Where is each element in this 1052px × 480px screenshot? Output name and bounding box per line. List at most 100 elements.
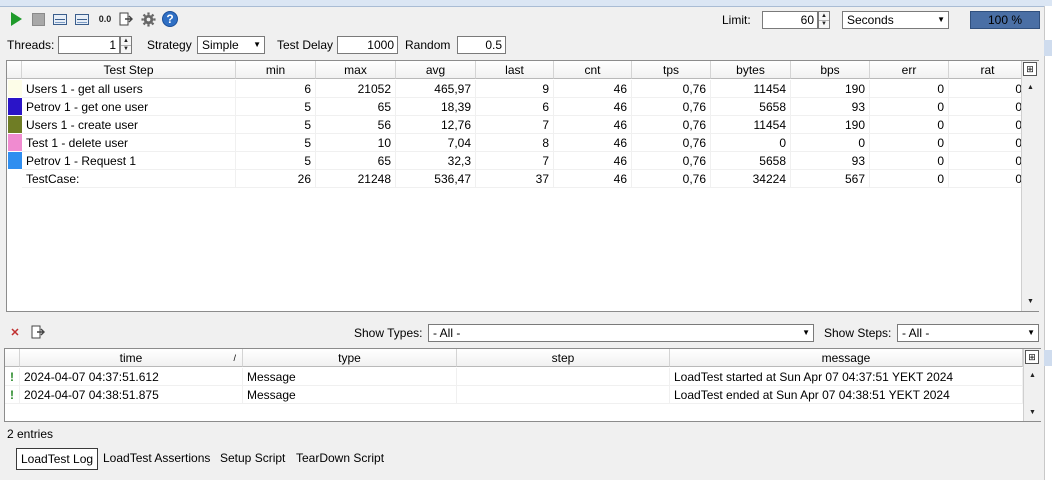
stat-cell: 0 — [791, 134, 870, 152]
tab-loadtest-log[interactable]: LoadTest Log — [16, 448, 99, 470]
help-icon[interactable]: ? — [162, 11, 178, 27]
stats-col-header[interactable]: min — [236, 61, 316, 79]
log-col-header-label: message — [821, 351, 871, 365]
stats-col-header[interactable]: avg — [396, 61, 476, 79]
stats-col-header[interactable]: rat — [949, 61, 1027, 79]
limit-input[interactable]: 60 — [762, 11, 818, 29]
stat-cell: 37 — [476, 170, 554, 188]
stats-col-header[interactable]: max — [316, 61, 396, 79]
stats-col-header[interactable]: bps — [791, 61, 870, 79]
stats-col-header[interactable]: last — [476, 61, 554, 79]
stat-cell: 5 — [236, 152, 316, 170]
stat-cell: 7 — [476, 116, 554, 134]
log-cell — [457, 368, 670, 386]
options-icon[interactable] — [140, 11, 156, 27]
stat-cell: 0 — [949, 170, 1027, 188]
limit-label: Limit: — [722, 13, 751, 27]
column-chooser-icon[interactable]: ⊞ — [1023, 62, 1037, 76]
statistics-history-icon[interactable] — [74, 11, 90, 27]
stat-cell: 190 — [791, 116, 870, 134]
export-log-icon[interactable] — [30, 324, 46, 340]
log-scroll-up-icon[interactable]: ▲ — [1024, 367, 1041, 383]
random-input[interactable]: 0.5 — [457, 36, 506, 54]
show-types-select[interactable]: - All - ▼ — [428, 324, 814, 342]
stats-col-header[interactable]: cnt — [554, 61, 632, 79]
log-cell: 2024-04-07 04:38:51.875 — [20, 386, 243, 404]
stat-cell: 0,76 — [632, 116, 711, 134]
threads-spinner[interactable]: ▲ ▼ — [120, 36, 132, 54]
stat-cell: 0,76 — [632, 80, 711, 98]
reset-icon[interactable]: 0.0 — [95, 11, 115, 27]
stat-cell: 10 — [316, 134, 396, 152]
limit-type-select[interactable]: Seconds ▼ — [842, 11, 949, 29]
strategy-select[interactable]: Simple ▼ — [197, 36, 265, 54]
stats-col-header[interactable]: tps — [632, 61, 711, 79]
right-panel-edge — [1044, 6, 1052, 480]
show-steps-select[interactable]: - All - ▼ — [897, 324, 1039, 342]
right-panel-marker — [1044, 350, 1052, 366]
log-scroll-down-icon[interactable]: ▼ — [1024, 404, 1041, 420]
step-color-swatch — [8, 98, 22, 115]
statistics-table: Test Step min max avg last cnt tps bytes bps err r… — [6, 60, 1039, 312]
log-column-chooser-icon[interactable]: ⊞ — [1025, 350, 1039, 364]
show-steps-label: Show Steps: — [824, 326, 892, 340]
stat-cell: 46 — [554, 98, 632, 116]
stat-cell: 6 — [236, 80, 316, 98]
stat-cell: 46 — [554, 152, 632, 170]
tab-loadtest-assertions[interactable]: LoadTest Assertions — [99, 448, 214, 470]
stat-cell: 8 — [476, 134, 554, 152]
stats-col-header[interactable]: Test Step — [22, 61, 236, 79]
stat-cell: 21052 — [316, 80, 396, 98]
stat-cell: 5658 — [711, 98, 791, 116]
stat-cell: 21248 — [316, 170, 396, 188]
log-scrollbar[interactable]: ⊞ ▲ ▼ — [1023, 349, 1041, 421]
show-types-label: Show Types: — [354, 326, 423, 340]
stat-cell: 0,76 — [632, 170, 711, 188]
test-step-name: Test 1 - delete user — [22, 134, 236, 152]
log-col-header[interactable]: step — [457, 349, 670, 367]
stat-cell: 32,3 — [396, 152, 476, 170]
step-color-swatch — [8, 116, 22, 133]
scroll-up-icon[interactable]: ▲ — [1022, 79, 1039, 95]
stat-cell: 46 — [554, 116, 632, 134]
export-icon[interactable] — [118, 11, 134, 27]
stat-cell: 0 — [711, 134, 791, 152]
clear-log-icon[interactable]: ✕ — [7, 324, 23, 340]
stat-cell: 465,97 — [396, 80, 476, 98]
log-cell: 2024-04-07 04:37:51.612 — [20, 368, 243, 386]
statistics-scrollbar[interactable]: ⊞ ▲ ▼ — [1021, 61, 1039, 311]
statistics-graph-icon[interactable] — [52, 11, 68, 27]
stat-cell: 18,39 — [396, 98, 476, 116]
stat-cell: 0 — [949, 80, 1027, 98]
log-cell: LoadTest ended at Sun Apr 07 04:38:51 YE… — [670, 386, 1023, 404]
sort-indicator-icon: / — [233, 353, 236, 363]
stat-cell: 9 — [476, 80, 554, 98]
step-color-swatch — [8, 80, 22, 97]
right-panel-marker — [1044, 40, 1052, 56]
cancel-icon[interactable] — [30, 11, 46, 27]
stat-cell: 5 — [236, 134, 316, 152]
test-delay-input[interactable]: 1000 — [337, 36, 398, 54]
progress-label: 100 % — [987, 13, 1023, 27]
stats-col-header[interactable]: err — [870, 61, 949, 79]
strategy-label: Strategy — [147, 38, 192, 52]
random-label: Random — [405, 38, 451, 52]
stat-cell: 12,76 — [396, 116, 476, 134]
threads-input[interactable]: 1 — [58, 36, 120, 54]
log-col-header-label: type — [338, 351, 361, 365]
tab-setup-script[interactable]: Setup Script — [216, 448, 289, 470]
stat-cell: 0 — [870, 98, 949, 116]
stat-cell: 536,47 — [396, 170, 476, 188]
tab-teardown-script[interactable]: TearDown Script — [292, 448, 388, 470]
scroll-down-icon[interactable]: ▼ — [1022, 293, 1039, 309]
log-col-header-label: step — [551, 351, 575, 365]
window-top-strip — [0, 0, 1052, 7]
log-col-header[interactable]: type — [243, 349, 457, 367]
stat-cell: 5658 — [711, 152, 791, 170]
stat-cell: 0 — [949, 98, 1027, 116]
log-col-header[interactable]: time / — [20, 349, 243, 367]
stats-col-header[interactable]: bytes — [711, 61, 791, 79]
run-icon[interactable] — [8, 11, 24, 27]
log-col-header[interactable]: message — [670, 349, 1023, 367]
limit-spinner[interactable]: ▲ ▼ — [818, 11, 830, 29]
